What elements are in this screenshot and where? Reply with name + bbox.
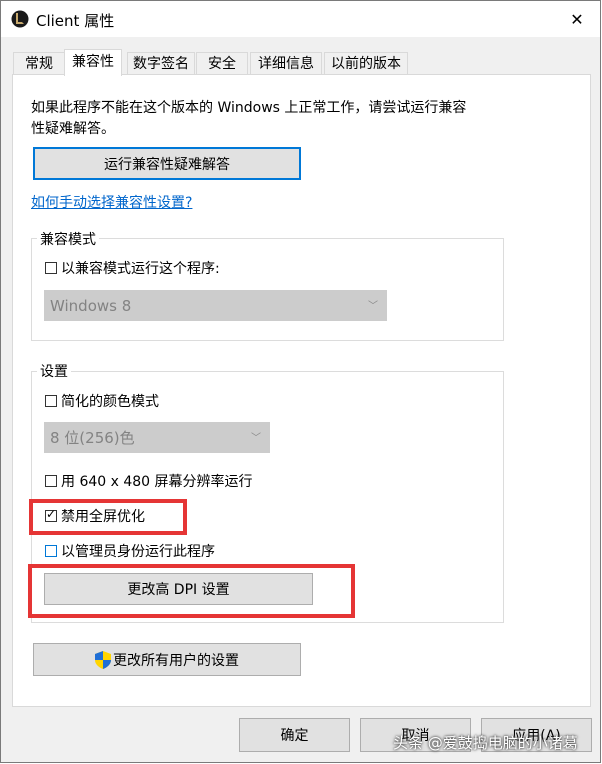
chevron-down-icon: ﹀	[368, 300, 378, 312]
color-mode-select[interactable]: 8 位(256)色 ﹀	[44, 422, 270, 453]
change-all-users-button[interactable]: 更改所有用户的设置	[33, 643, 301, 676]
res-640-checkbox[interactable]	[45, 475, 57, 487]
uac-shield-icon	[95, 650, 111, 669]
tab-details[interactable]: 详细信息	[250, 52, 322, 74]
league-app-icon	[11, 10, 29, 28]
tab-compatibility[interactable]: 兼容性	[64, 49, 122, 76]
ok-button[interactable]: 确定	[239, 718, 350, 752]
tab-general[interactable]: 常规	[13, 52, 65, 74]
watermark-text: 头条 @爱鼓捣电脑的小诸葛	[393, 734, 578, 752]
compat-mode-group-label: 兼容模式	[37, 229, 99, 249]
color-mode-select-value: 8 位(256)色	[50, 429, 135, 447]
compat-os-select-value: Windows 8	[50, 296, 132, 315]
run-admin-checkbox[interactable]	[45, 545, 57, 557]
compat-os-select[interactable]: Windows 8 ﹀	[44, 290, 387, 321]
change-all-users-label: 更改所有用户的设置	[113, 652, 239, 669]
compat-mode-checkbox[interactable]	[45, 262, 57, 274]
reduced-color-checkbox[interactable]	[45, 395, 57, 407]
tab-security[interactable]: 安全	[196, 52, 248, 74]
change-dpi-button[interactable]: 更改高 DPI 设置	[44, 573, 313, 605]
fullscreen-opt-label: 禁用全屏优化	[61, 509, 145, 525]
properties-window: Client 属性 ✕ 常规 兼容性 数字签名 安全 详细信息 以前的版本 如果…	[0, 0, 601, 763]
intro-text-line2: 性疑难解答。	[31, 121, 115, 137]
title-bar: Client 属性 ✕	[1, 1, 600, 37]
close-icon[interactable]: ✕	[554, 1, 600, 37]
compatibility-panel: 如果此程序不能在这个版本的 Windows 上正常工作，请尝试运行兼容 性疑难解…	[12, 74, 591, 707]
tab-digital-signatures[interactable]: 数字签名	[127, 52, 195, 74]
reduced-color-label: 简化的颜色模式	[61, 394, 159, 410]
run-admin-label: 以管理员身份运行此程序	[61, 544, 215, 560]
run-troubleshooter-button[interactable]: 运行兼容性疑难解答	[33, 147, 301, 180]
res-640-label: 用 640 x 480 屏幕分辨率运行	[61, 474, 253, 490]
fullscreen-opt-checkbox[interactable]	[45, 507, 57, 522]
settings-group-label: 设置	[37, 361, 71, 381]
intro-text-line1: 如果此程序不能在这个版本的 Windows 上正常工作，请尝试运行兼容	[31, 100, 467, 116]
manual-settings-link[interactable]: 如何手动选择兼容性设置?	[31, 192, 192, 212]
tab-previous-versions[interactable]: 以前的版本	[324, 52, 408, 74]
compat-mode-checkbox-label: 以兼容模式运行这个程序:	[61, 261, 220, 277]
window-title: Client 属性	[36, 12, 115, 30]
chevron-down-icon: ﹀	[251, 432, 261, 444]
